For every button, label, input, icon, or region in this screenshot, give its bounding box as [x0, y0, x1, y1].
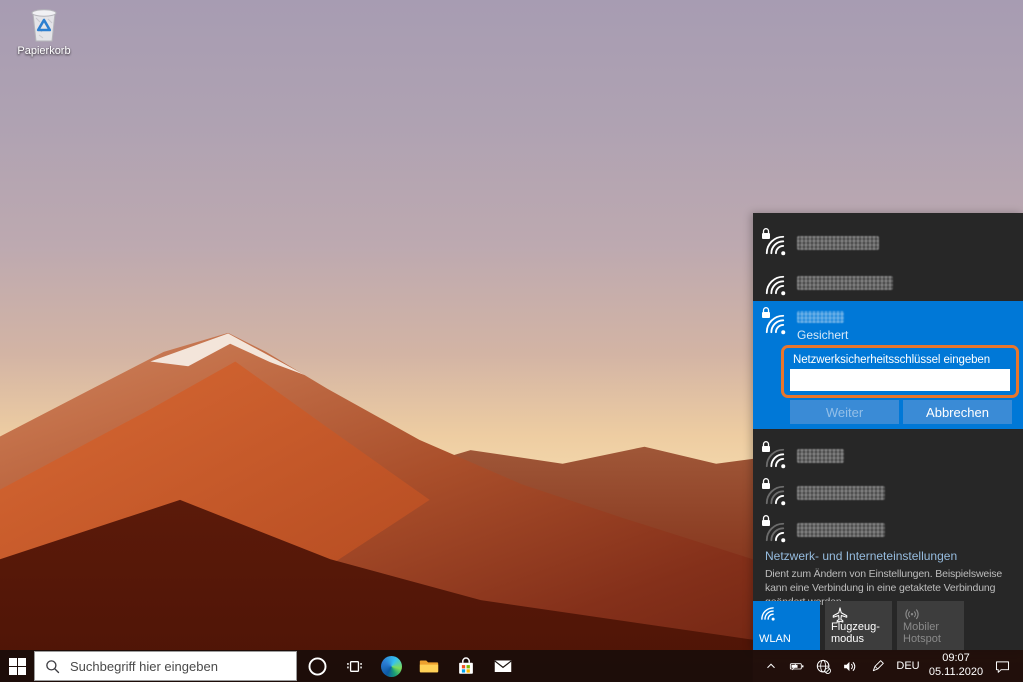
file-explorer-button[interactable]	[410, 650, 447, 682]
wifi-open-icon	[761, 268, 789, 298]
wlan-tile[interactable]: WLAN	[753, 601, 820, 650]
wifi-network-item[interactable]	[753, 437, 1023, 474]
tray-clock[interactable]: 09:07 05.11.2020	[925, 650, 987, 682]
globe-no-internet-icon	[815, 658, 832, 675]
tray-pen[interactable]	[864, 650, 891, 682]
microsoft-store-button[interactable]	[447, 650, 484, 682]
tray-overflow-chevron[interactable]	[759, 650, 783, 682]
network-name-redacted	[797, 236, 879, 250]
network-name-redacted	[797, 276, 893, 290]
edge-icon	[381, 656, 402, 677]
tray-date: 05.11.2020	[929, 666, 983, 680]
battery-charging-icon	[788, 658, 806, 674]
tray-language-indicator[interactable]: DEU	[891, 650, 925, 682]
wifi-secured-icon	[761, 441, 789, 471]
speaker-icon	[842, 658, 859, 675]
network-name-redacted	[797, 523, 885, 537]
wifi-network-item[interactable]	[753, 264, 1023, 302]
taskbar-search-box[interactable]	[34, 651, 297, 681]
annotation-highlight-box: Netzwerksicherheitsschlüssel eingeben	[781, 345, 1019, 398]
wifi-secured-icon	[761, 515, 789, 545]
taskbar: DEU 09:07 05.11.2020	[0, 650, 1023, 682]
tray-battery[interactable]	[783, 650, 810, 682]
airplane-tile-label-line1: Flugzeug-	[831, 621, 880, 633]
task-view-button[interactable]	[336, 650, 373, 682]
airplane-mode-tile[interactable]: Flugzeug- modus	[825, 601, 892, 650]
system-tray: DEU 09:07 05.11.2020	[759, 650, 1023, 682]
microsoft-store-icon	[455, 655, 477, 677]
security-key-input[interactable]	[790, 369, 1010, 391]
action-center-button[interactable]	[987, 650, 1017, 682]
hotspot-tile-label-line1: Mobiler	[903, 621, 939, 633]
next-button[interactable]: Weiter	[790, 400, 899, 424]
cancel-button[interactable]: Abbrechen	[903, 400, 1012, 424]
network-name-redacted	[797, 449, 844, 463]
wlan-tile-label: WLAN	[759, 633, 791, 645]
quick-action-tiles: WLAN Flugzeug- modus Mobiler Hotspot	[753, 601, 964, 650]
network-name-redacted	[797, 486, 885, 500]
action-center-icon	[994, 658, 1011, 675]
recycle-bin-icon	[26, 6, 62, 44]
mobile-hotspot-tile[interactable]: Mobiler Hotspot	[897, 601, 964, 650]
wifi-network-item-selected[interactable]: Gesichert Netzwerksicherheitsschlüssel e…	[753, 301, 1023, 429]
pen-icon	[870, 658, 886, 674]
wifi-network-item[interactable]	[753, 474, 1023, 511]
desktop: Papierkorb	[0, 0, 1023, 682]
wifi-secured-icon	[761, 478, 789, 508]
airplane-tile-label-line2: modus	[831, 633, 864, 645]
wifi-network-item[interactable]	[753, 222, 1023, 264]
wifi-secured-icon	[761, 307, 789, 337]
task-view-icon	[344, 656, 365, 677]
start-button[interactable]	[0, 650, 34, 682]
network-settings-link[interactable]: Netzwerk- und Interneteinstellungen	[765, 549, 957, 563]
windows-logo-icon	[9, 658, 26, 675]
wifi-icon	[759, 606, 776, 626]
network-status: Gesichert	[797, 328, 848, 342]
recycle-bin-label: Papierkorb	[16, 45, 72, 57]
chevron-up-icon	[764, 659, 778, 673]
mail-button[interactable]	[484, 650, 521, 682]
cortana-button[interactable]	[299, 650, 336, 682]
taskbar-apps	[299, 650, 521, 682]
mail-icon	[492, 655, 514, 677]
tray-volume[interactable]	[837, 650, 864, 682]
wifi-secured-icon	[761, 228, 789, 258]
wifi-network-item[interactable]	[753, 511, 1023, 548]
edge-browser-button[interactable]	[373, 650, 410, 682]
hotspot-tile-label-line2: Hotspot	[903, 633, 941, 645]
tray-network[interactable]	[810, 650, 837, 682]
tray-time: 09:07	[942, 652, 970, 666]
search-icon	[45, 659, 60, 674]
file-explorer-icon	[418, 655, 440, 677]
cortana-icon	[307, 656, 328, 677]
wifi-network-flyout: Gesichert Netzwerksicherheitsschlüssel e…	[753, 213, 1023, 650]
search-input[interactable]	[70, 659, 296, 674]
security-key-label: Netzwerksicherheitsschlüssel eingeben	[790, 352, 1010, 369]
network-name-redacted	[797, 311, 844, 323]
recycle-bin-shortcut[interactable]: Papierkorb	[16, 6, 72, 57]
